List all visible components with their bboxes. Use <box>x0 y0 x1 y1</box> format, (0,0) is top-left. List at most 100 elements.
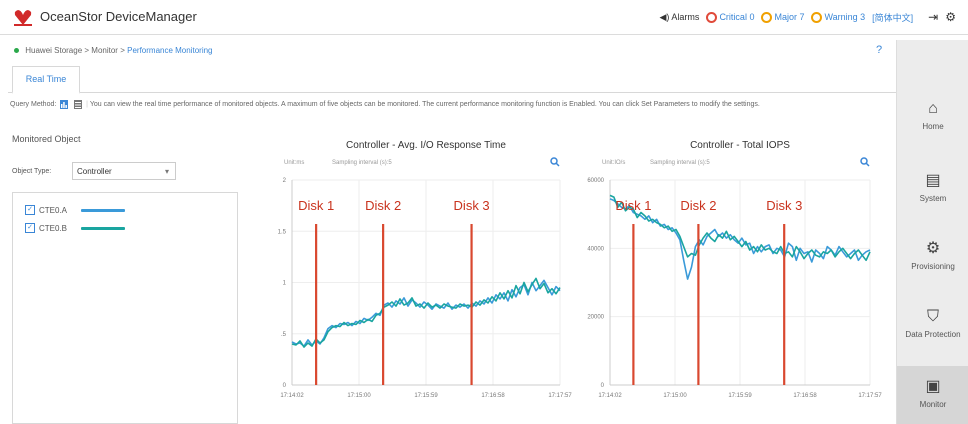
sidebar-item-label: Data Protection <box>905 330 961 339</box>
major-alarms[interactable]: Major 7 <box>761 11 805 23</box>
chart-view-icon[interactable] <box>60 99 69 109</box>
sidebar-item-home[interactable]: ⌂ Home <box>897 100 968 131</box>
right-sidebar: ⌂ Home ▤ System ⚙ Provisioning ⛉ Data Pr… <box>896 40 968 424</box>
list-item[interactable]: ✓ CTE0.B <box>25 223 126 233</box>
top-right-status: ◀) Alarms Critical 0 Major 7 Warning 3 [… <box>660 10 957 24</box>
x-tick-label: 17:15:00 <box>663 393 687 399</box>
huawei-logo <box>14 10 32 26</box>
object-type-label: Object Type: <box>12 168 52 175</box>
sidebar-item-monitor[interactable]: ▣ Monitor <box>897 366 968 424</box>
provisioning-icon: ⚙ <box>925 240 941 257</box>
system-icon: ▤ <box>925 172 941 189</box>
monitored-object-panel: Monitored Object Object Type: Controller… <box>8 130 238 424</box>
x-tick-label: 17:15:59 <box>414 393 438 399</box>
annotation-label: Disk 3 <box>766 198 802 213</box>
zoom-icon-handle <box>555 162 560 167</box>
y-tick-label: 60000 <box>587 178 604 184</box>
breadcrumb-item[interactable]: Huawei Storage <box>25 46 82 55</box>
query-divider: | <box>86 101 88 108</box>
y-tick-label: 1.5 <box>278 229 287 235</box>
annotation-label: Disk 2 <box>365 198 401 213</box>
breadcrumb-separator: > <box>84 46 90 55</box>
x-tick-label: 17:14:02 <box>280 393 304 399</box>
status-dot-icon <box>14 48 19 54</box>
series-swatch <box>81 226 126 230</box>
major-icon <box>761 11 773 23</box>
warning-count: Warning 3 <box>824 12 866 22</box>
alarms-link[interactable]: ◀) Alarms <box>660 12 700 23</box>
speaker-icon: ◀) <box>659 11 670 22</box>
y-tick-label: 0 <box>601 383 605 389</box>
list-item-label: CTE0.A <box>39 205 68 215</box>
object-type-select[interactable]: Controller ▾ <box>72 162 176 180</box>
chart-unit-label: Unit:ms <box>284 160 304 166</box>
query-method-row: Query Method: | You can view the real ti… <box>10 99 896 110</box>
y-tick-label: 2 <box>283 178 287 184</box>
checkbox-icon[interactable]: ✓ <box>25 205 35 215</box>
object-type-value: Controller <box>77 167 112 176</box>
breadcrumb-separator: > <box>120 46 125 55</box>
y-tick-label: 1 <box>283 281 287 287</box>
sidebar-item-system[interactable]: ▤ System <box>897 170 968 203</box>
annotation-label: Disk 1 <box>615 198 651 213</box>
app-title: OceanStor DeviceManager <box>40 9 197 24</box>
zoom-icon[interactable] <box>550 157 560 167</box>
y-tick-label: 40000 <box>587 246 604 252</box>
data-protection-icon: ⛉ <box>926 308 939 325</box>
annotation-label: Disk 1 <box>298 198 334 213</box>
sidebar-item-provisioning[interactable]: ⚙ Provisioning <box>897 238 968 271</box>
chart-interval-label: Sampling interval (s):5 <box>650 160 710 166</box>
zoom-icon[interactable] <box>860 157 870 167</box>
sidebar-item-label: System <box>919 194 947 203</box>
logout-icon[interactable]: ⇥ <box>928 10 938 24</box>
checkbox-icon[interactable]: ✓ <box>25 223 35 233</box>
table-view-icon[interactable] <box>74 99 83 109</box>
annotation-label: Disk 3 <box>454 198 490 213</box>
top-bar: OceanStor DeviceManager ◀) Alarms Critic… <box>0 0 968 35</box>
x-tick-label: 17:14:02 <box>598 393 622 399</box>
monitored-object-title: Monitored Object <box>12 134 81 144</box>
x-tick-label: 17:15:59 <box>728 393 752 399</box>
breadcrumb: Huawei Storage > Monitor > Performance M… <box>14 46 213 55</box>
warning-icon <box>811 11 823 23</box>
sidebar-item-label: Monitor <box>919 400 947 409</box>
home-icon: ⌂ <box>928 100 938 117</box>
settings-icon[interactable]: ⚙ <box>945 10 956 24</box>
x-tick-label: 17:16:58 <box>481 393 505 399</box>
language-switch[interactable]: [简体中文] <box>872 11 913 24</box>
major-count: Major 7 <box>774 12 805 22</box>
chart-title: Controller - Avg. I/O Response Time <box>346 140 506 151</box>
warning-alarms[interactable]: Warning 3 <box>811 11 866 23</box>
help-icon[interactable]: ? <box>876 44 882 56</box>
list-item[interactable]: ✓ CTE0.A <box>25 205 126 215</box>
sidebar-item-data-protection[interactable]: ⛉ Data Protection <box>897 308 968 339</box>
query-description: You can view the real time performance o… <box>89 101 760 108</box>
critical-icon <box>706 11 718 23</box>
series-swatch <box>81 208 126 212</box>
chart-avg-io-response-time: Controller - Avg. I/O Response Time Unit:… <box>278 140 573 399</box>
critical-alarms[interactable]: Critical 0 <box>706 11 755 23</box>
chart-unit-label: Unit:IO/s <box>602 160 625 166</box>
sidebar-item-label: Provisioning <box>911 262 955 271</box>
monitored-object-list: ✓ CTE0.A ✓ CTE0.B <box>12 192 238 424</box>
chart-title: Controller - Total IOPS <box>690 140 790 151</box>
x-tick-label: 17:16:58 <box>793 393 817 399</box>
query-method-label: Query Method: <box>10 101 57 108</box>
chevron-down-icon: ▾ <box>164 167 169 176</box>
breadcrumb-current: Performance Monitoring <box>127 46 213 55</box>
y-tick-label: .5 <box>281 332 287 338</box>
list-item-label: CTE0.B <box>39 223 68 233</box>
tab-bar: Real Time <box>8 66 896 94</box>
x-tick-label: 17:17:57 <box>548 393 572 399</box>
x-tick-label: 17:17:57 <box>858 393 882 399</box>
tab-real-time[interactable]: Real Time <box>12 66 80 94</box>
breadcrumb-item[interactable]: Monitor <box>91 46 118 55</box>
x-tick-label: 17:15:00 <box>347 393 371 399</box>
chart-total-iops: Controller - Total IOPS Unit:IO/s Sampling… <box>587 140 882 399</box>
alarms-label: Alarms <box>671 12 700 22</box>
critical-count: Critical 0 <box>719 12 755 22</box>
annotation-label: Disk 2 <box>680 198 716 213</box>
chart-interval-label: Sampling interval (s):5 <box>332 160 392 166</box>
y-tick-label: 20000 <box>587 315 604 321</box>
y-tick-label: 0 <box>283 383 287 389</box>
